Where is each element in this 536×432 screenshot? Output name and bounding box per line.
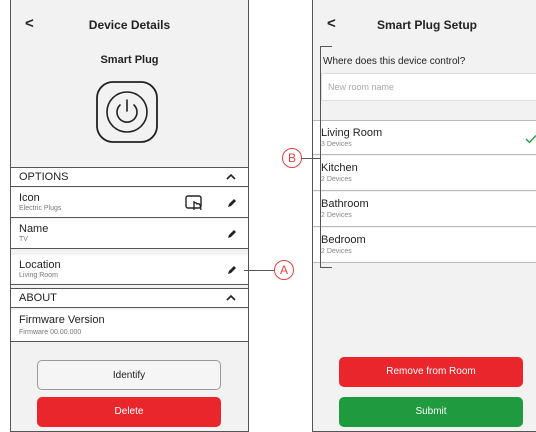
item-subtitle: Electric Plugs bbox=[19, 205, 62, 212]
item-title: Location bbox=[19, 259, 61, 271]
remove-from-room-button[interactable]: Remove from Room bbox=[339, 357, 523, 387]
item-title: Name bbox=[19, 223, 49, 235]
submit-button[interactable]: Submit bbox=[339, 397, 523, 427]
chevron-up-icon bbox=[226, 173, 236, 180]
item-title: Icon bbox=[19, 192, 40, 204]
pencil-icon[interactable] bbox=[226, 228, 238, 240]
item-subtitle: Living Room bbox=[19, 272, 58, 279]
pencil-icon[interactable] bbox=[226, 264, 238, 276]
callout-b-leader bbox=[300, 158, 320, 159]
setup-header: < Smart Plug Setup bbox=[313, 0, 536, 46]
page-title: Device Details bbox=[88, 18, 171, 32]
checkmark-icon bbox=[525, 135, 536, 144]
smart-plug-setup-screen: < Smart Plug Setup Where does this devic… bbox=[312, 0, 536, 432]
room-item-living-room[interactable]: Living Room 3 Devices bbox=[313, 120, 536, 155]
item-subtitle: TV bbox=[19, 236, 28, 243]
device-name: Smart Plug bbox=[100, 54, 159, 66]
options-label: OPTIONS bbox=[19, 171, 69, 183]
list-item-icon[interactable]: Icon Electric Plugs bbox=[11, 188, 248, 218]
room-name-input[interactable]: New room name bbox=[321, 73, 536, 101]
delete-button[interactable]: Delete bbox=[37, 397, 221, 427]
tap-icon bbox=[185, 195, 202, 211]
about-label: ABOUT bbox=[19, 292, 57, 304]
list-item-firmware: Firmware Version Firmware 00.00.000 bbox=[11, 310, 248, 342]
list-item-name[interactable]: Name TV bbox=[11, 219, 248, 249]
callout-b-bracket bbox=[320, 46, 332, 268]
device-details-screen: < Device Details Smart Plug OPTIONS Icon… bbox=[10, 0, 249, 432]
options-section-header[interactable]: OPTIONS bbox=[11, 167, 248, 187]
device-details-header: < Device Details bbox=[11, 0, 248, 46]
about-section-header[interactable]: ABOUT bbox=[11, 288, 248, 308]
pencil-icon[interactable] bbox=[226, 197, 238, 209]
smart-plug-icon bbox=[96, 81, 158, 143]
callout-a: A bbox=[274, 260, 294, 280]
room-item-bedroom[interactable]: Bedroom 2 Devices bbox=[313, 228, 536, 263]
list-item-location[interactable]: Location Living Room bbox=[11, 255, 248, 285]
item-subtitle: Firmware 00.00.000 bbox=[19, 329, 82, 336]
page-title: Smart Plug Setup bbox=[376, 18, 477, 32]
room-item-kitchen[interactable]: Kitchen 2 Devices bbox=[313, 156, 536, 191]
callout-b: B bbox=[282, 148, 302, 168]
room-item-bathroom[interactable]: Bathroom 2 Devices bbox=[313, 192, 536, 227]
item-title: Firmware Version bbox=[19, 314, 105, 326]
identify-button[interactable]: Identify bbox=[37, 360, 221, 390]
chevron-up-icon bbox=[226, 294, 236, 301]
callout-a-leader bbox=[244, 270, 274, 271]
room-question: Where does this device control? bbox=[323, 56, 466, 67]
